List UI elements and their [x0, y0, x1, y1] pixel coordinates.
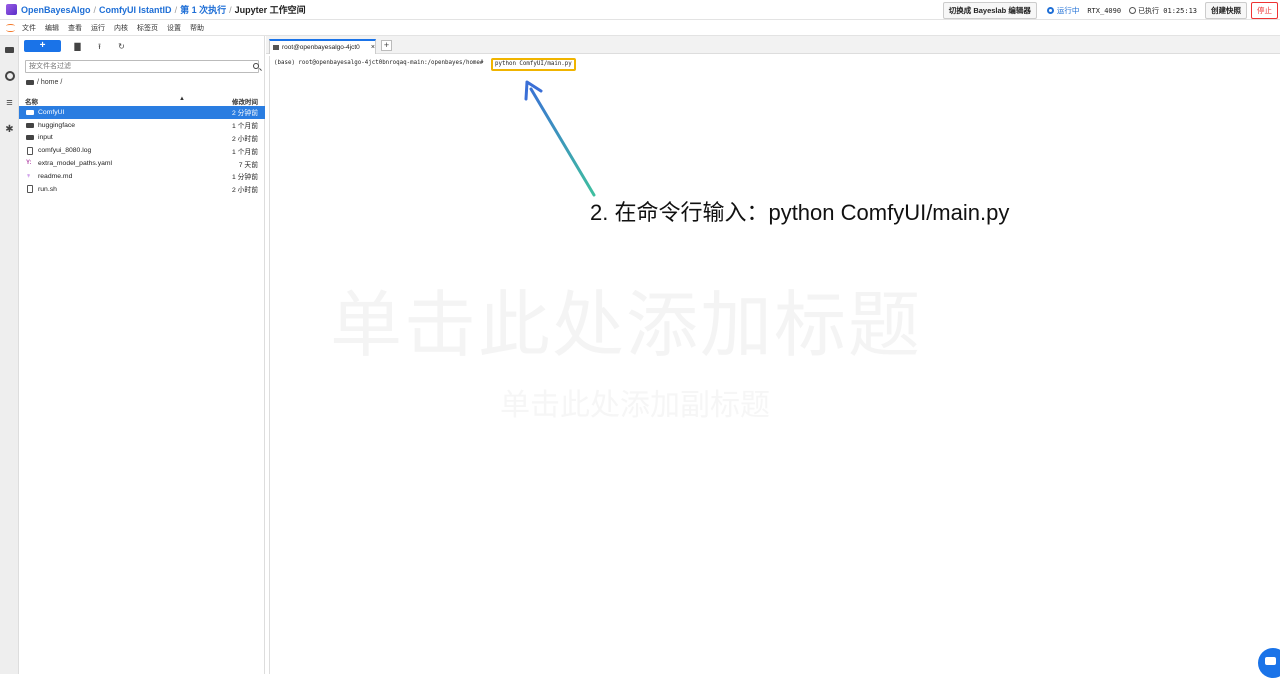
- annotation-text: 2. 在命令行输入：python ComfyUI/main.py: [590, 200, 1010, 225]
- annotation-arrow: [524, 80, 596, 197]
